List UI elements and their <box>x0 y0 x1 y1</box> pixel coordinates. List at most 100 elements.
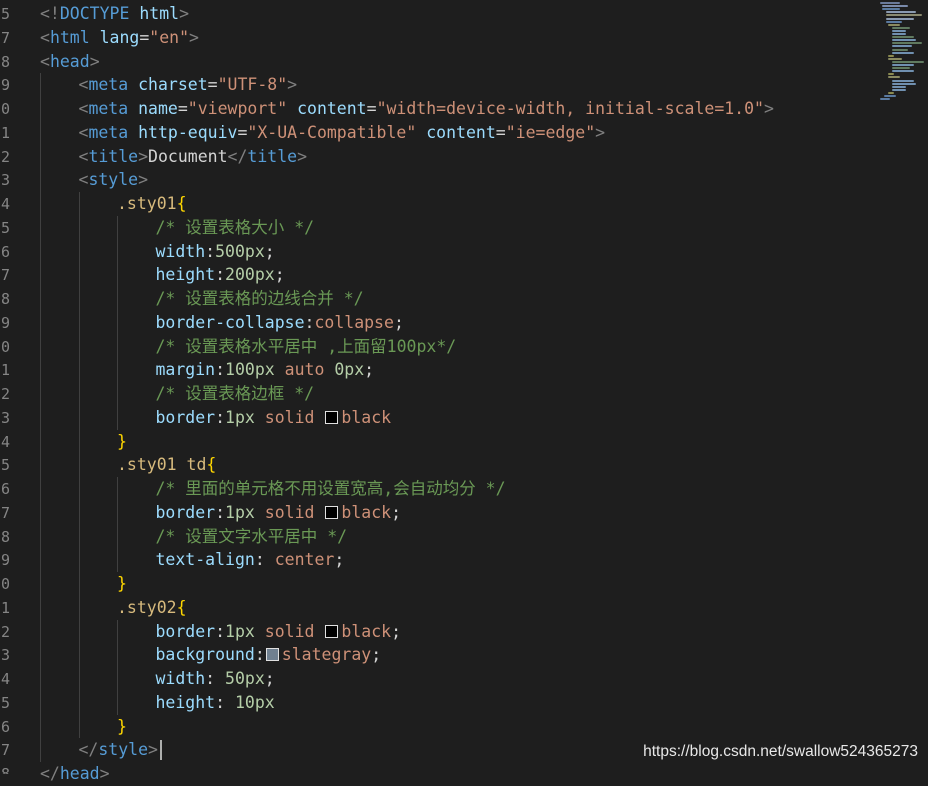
line-number: 9 <box>0 76 10 95</box>
code-line[interactable]: /* 设置表格大小 */ <box>156 216 315 240</box>
code-token: .sty02 <box>117 597 177 617</box>
code-token: : <box>254 550 275 570</box>
code-token: "ie=edge" <box>505 122 596 142</box>
code-line[interactable]: .sty02{ <box>117 596 187 620</box>
code-token: ; <box>264 669 275 688</box>
code-token: /* 设置表格大小 */ <box>155 217 315 237</box>
code-token: { <box>176 597 187 617</box>
color-swatch <box>325 624 339 638</box>
code-line[interactable]: <title>Document</title> <box>79 145 308 169</box>
minimap-line <box>882 8 900 11</box>
code-line[interactable]: border:1px solid black; <box>156 501 402 525</box>
code-token: style <box>88 170 139 190</box>
code-token: slategray <box>281 645 372 665</box>
code-line[interactable]: margin:100px auto 0px; <box>156 358 375 382</box>
minimap-line <box>880 2 900 4</box>
code-token: } <box>117 716 127 736</box>
code-token: > <box>138 146 149 166</box>
line-number: 2 <box>0 622 10 641</box>
minimap-line <box>886 11 916 14</box>
code-token: 1px <box>225 407 255 427</box>
code-line[interactable]: } <box>117 430 127 454</box>
code-token: border-collapse <box>155 312 305 332</box>
code-token: : <box>215 692 235 712</box>
minimap-line <box>892 88 906 91</box>
minimap[interactable] <box>866 0 924 110</box>
code-token: < <box>78 99 89 118</box>
code-token: margin <box>155 360 216 380</box>
code-line[interactable]: <meta http-equiv="X-UA-Compatible" conte… <box>79 121 606 145</box>
line-number: 8 <box>0 290 10 308</box>
code-line[interactable]: /* 设置表格的边线合并 */ <box>156 287 364 311</box>
code-line[interactable]: .sty01{ <box>117 192 187 216</box>
code-line[interactable]: <style> <box>79 168 149 192</box>
code-token: = <box>177 99 188 118</box>
indent-guide <box>117 477 118 572</box>
code-token: 200px <box>225 265 275 285</box>
minimap-line <box>892 42 922 45</box>
code-token: > <box>763 99 774 118</box>
code-line[interactable]: </style> <box>79 738 162 762</box>
code-token: collapse <box>314 312 394 332</box>
minimap-line <box>892 33 906 35</box>
code-line[interactable]: /* 设置表格水平居中 ,上面留100px*/ <box>156 335 457 359</box>
code-token: /* 设置表格水平居中 ,上面留100px*/ <box>155 336 457 356</box>
code-token: DOCTYPE <box>59 4 130 23</box>
code-line[interactable]: width:500px; <box>156 240 275 264</box>
code-token: black <box>341 502 392 522</box>
indent-guide <box>40 73 41 762</box>
code-token: ; <box>371 645 382 665</box>
code-editor[interactable]: 5 7 8 9 0 1 2 3 4 5 6 7 8 9 0 1 2 3 4 5 6 7 8 9 0 1 2 3 4 5 6 7 8 <!DOCT… <box>0 0 928 783</box>
code-token: > <box>138 170 149 190</box>
code-line[interactable]: /* 设置表格边框 */ <box>156 382 315 406</box>
code-area[interactable]: <!DOCTYPE html> <html lang="en"> <head> <me… <box>40 0 928 783</box>
code-line[interactable]: } <box>117 715 127 739</box>
code-line[interactable]: /* 里面的单元格不用设置宽高,会自动均分 */ <box>156 477 506 501</box>
code-token: < <box>78 75 89 95</box>
code-token: < <box>78 170 89 190</box>
code-line[interactable]: border-collapse:collapse; <box>156 311 404 335</box>
code-token: /* 里面的单元格不用设置宽高,会自动均分 */ <box>155 479 506 498</box>
code-token: meta <box>88 99 129 118</box>
code-token: > <box>179 4 190 23</box>
code-line[interactable]: border:1px solid black; <box>156 620 402 644</box>
code-line[interactable]: text-align: center; <box>156 548 345 572</box>
minimap-line <box>892 60 924 63</box>
code-token: .sty01 <box>117 455 187 475</box>
code-token: : <box>215 621 226 641</box>
code-line[interactable]: } <box>117 572 127 596</box>
code-token: ; <box>393 312 404 332</box>
code-line[interactable]: </head> <box>40 762 110 786</box>
code-token: ; <box>274 265 285 285</box>
code-line[interactable]: border:1px solid black <box>156 406 392 430</box>
code-token: > <box>89 51 100 71</box>
code-token: title <box>247 146 298 166</box>
code-line[interactable]: <html lang="en"> <box>40 26 199 50</box>
code-token: solid <box>254 621 325 641</box>
indent-guide <box>78 192 80 739</box>
code-token: ; <box>334 550 345 570</box>
code-line[interactable]: <meta charset="UTF-8"> <box>79 73 298 97</box>
code-token: 10px <box>234 692 275 712</box>
code-line[interactable]: height: 10px <box>156 691 275 715</box>
code-line[interactable]: <head> <box>40 50 100 74</box>
code-line[interactable]: <!DOCTYPE html> <box>40 2 189 26</box>
code-line[interactable]: /* 设置文字水平居中 */ <box>156 525 348 549</box>
code-line[interactable]: .sty01 td{ <box>117 453 216 477</box>
code-token: 100px <box>225 360 275 380</box>
code-token: 50px <box>225 669 265 688</box>
code-line[interactable]: height:200px; <box>156 263 285 287</box>
minimap-line <box>884 95 896 97</box>
code-line[interactable]: width: 50px; <box>156 667 275 691</box>
line-number-gutter: 5 7 8 9 0 1 2 3 4 5 6 7 8 9 0 1 2 3 4 5 6 7 8 9 0 1 2 3 4 5 6 7 8 <box>0 0 22 774</box>
code-token: > <box>148 740 158 760</box>
code-token: black <box>341 407 392 427</box>
minimap-line <box>888 73 894 76</box>
minimap-line <box>892 39 916 42</box>
line-number: 8 <box>0 527 10 546</box>
code-line[interactable]: <meta name="viewport" content="width=dev… <box>79 97 774 121</box>
code-line[interactable]: background: slategray; <box>156 643 382 667</box>
code-token: .sty01 <box>117 194 177 213</box>
code-token: } <box>117 431 127 451</box>
code-token: : <box>205 669 226 688</box>
